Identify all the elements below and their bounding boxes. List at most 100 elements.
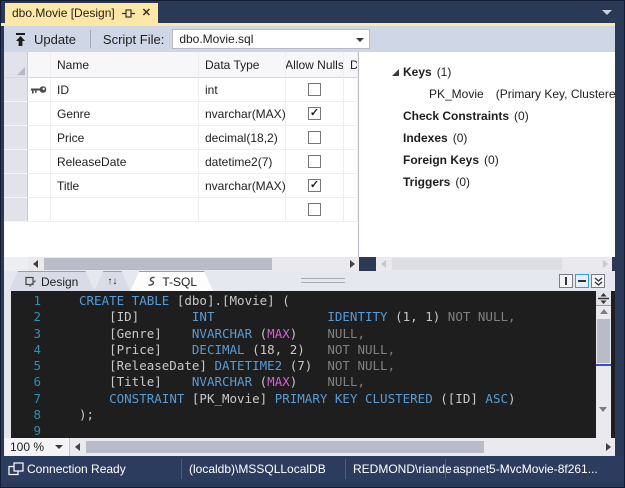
pin-icon[interactable] [122, 9, 135, 18]
update-button[interactable]: Update [4, 28, 86, 50]
grid-header-default[interactable]: D [344, 52, 358, 78]
grid-header-data-type[interactable]: Data Type [199, 52, 286, 78]
default-cell[interactable] [344, 198, 358, 222]
allow-nulls-cell: ✓ [286, 174, 344, 198]
row-header[interactable] [4, 102, 28, 126]
row-header[interactable] [4, 198, 28, 222]
tree-item[interactable]: Indexes(0) [360, 127, 615, 149]
scroll-left-icon[interactable] [70, 440, 84, 454]
name-cell[interactable]: Title [51, 174, 199, 198]
line-number: 7 [4, 391, 41, 407]
grid-row[interactable]: Titlenvarchar(MAX) ✓ [4, 174, 358, 198]
tree-item[interactable]: Check Constraints(0) [360, 105, 615, 127]
scroll-right-icon[interactable] [345, 257, 359, 271]
data-type-cell[interactable]: datetime2(7) [199, 150, 286, 174]
code-line[interactable]: 5 [ReleaseDate] DATETIME2 (7) NOT NULL, [4, 358, 589, 374]
scroll-thumb[interactable] [86, 441, 484, 453]
tsql-editor[interactable]: 1CREATE TABLE [dbo].[Movie] (2 [ID] INT … [4, 291, 615, 438]
grid-row[interactable] [4, 198, 358, 222]
swap-panes-button[interactable]: ↑↓ [94, 271, 130, 291]
code-line[interactable]: 2 [ID] INT IDENTITY (1, 1) NOT NULL, [4, 309, 589, 325]
scroll-up-icon[interactable] [600, 309, 608, 314]
scroll-thumb[interactable] [392, 258, 562, 270]
editor-zoom-select[interactable]: 100 % [4, 438, 70, 456]
default-cell[interactable] [344, 150, 358, 174]
vertical-split-button[interactable] [559, 274, 573, 288]
code-line[interactable]: 8); [4, 407, 589, 423]
name-cell[interactable]: Genre [51, 102, 199, 126]
name-cell[interactable]: ReleaseDate [51, 150, 199, 174]
data-type-cell[interactable] [199, 198, 286, 222]
row-header[interactable] [4, 150, 28, 174]
horizontal-split-button[interactable] [575, 274, 589, 288]
row-header[interactable] [4, 126, 28, 150]
allow-nulls-checkbox[interactable] [308, 131, 321, 144]
default-cell[interactable] [344, 126, 358, 150]
select-all-icon [17, 67, 25, 75]
pane-splitter-grip[interactable] [301, 278, 345, 286]
data-type-cell[interactable]: decimal(18,2) [199, 126, 286, 150]
tab-overflow-dropdown-icon[interactable] [602, 10, 612, 15]
tsql-tab-icon [146, 276, 157, 287]
collapse-pane-button[interactable] [591, 274, 605, 288]
scroll-thumb[interactable] [44, 258, 272, 270]
tree-item[interactable]: Triggers(0) [360, 171, 615, 193]
grid-header-name[interactable]: Name [51, 52, 199, 78]
data-type-cell[interactable]: nvarchar(MAX) [199, 102, 286, 126]
code-line[interactable]: 1CREATE TABLE [dbo].[Movie] ( [4, 293, 589, 309]
name-cell[interactable]: Price [51, 126, 199, 150]
context-panel: Keys(1)PK_Movie(Primary Key, Clustered: … [360, 52, 615, 257]
code-line[interactable]: 9 [4, 423, 589, 438]
scroll-left-icon[interactable] [28, 257, 42, 271]
editor-bottom-bar: 100 % [4, 438, 615, 456]
scroll-left-icon[interactable] [376, 257, 390, 271]
data-type-cell[interactable]: nvarchar(MAX) [199, 174, 286, 198]
grid-header-allow-nulls[interactable]: Allow Nulls [286, 52, 344, 78]
line-number: 6 [4, 374, 41, 390]
allow-nulls-checkbox[interactable] [308, 155, 321, 168]
code-line[interactable]: 6 [Title] NVARCHAR (MAX) NULL, [4, 374, 589, 390]
editor-split-handle[interactable] [596, 291, 611, 306]
allow-nulls-checkbox[interactable]: ✓ [308, 179, 321, 192]
row-header[interactable] [4, 78, 28, 102]
status-item: REDMOND\riande [353, 462, 452, 476]
scroll-right-icon[interactable] [601, 440, 615, 454]
close-icon[interactable]: ✕ [142, 8, 151, 19]
grid-row[interactable]: Genrenvarchar(MAX) ✓ [4, 102, 358, 126]
status-separator [181, 459, 182, 479]
name-cell[interactable] [51, 198, 199, 222]
panel-horizontal-scrollbar[interactable] [376, 257, 612, 271]
allow-nulls-checkbox[interactable]: ✓ [308, 107, 321, 120]
allow-nulls-checkbox[interactable] [308, 203, 321, 216]
default-cell[interactable] [344, 78, 358, 102]
tree-child-item[interactable]: PK_Movie(Primary Key, Clustered: I [360, 83, 615, 105]
document-tab[interactable]: dbo.Movie [Design] ✕ [5, 3, 158, 23]
expander-expanded-icon[interactable] [391, 68, 400, 77]
allow-nulls-checkbox[interactable] [308, 83, 321, 96]
name-cell[interactable]: ID [51, 78, 199, 102]
grid-row[interactable]: Pricedecimal(18,2) [4, 126, 358, 150]
data-type-cell[interactable]: int [199, 78, 286, 102]
default-cell[interactable] [344, 174, 358, 198]
tree-item[interactable]: Keys(1) [360, 61, 615, 83]
key-cell [28, 102, 51, 126]
grid-row[interactable]: IDint [4, 78, 358, 102]
grid-row[interactable]: ReleaseDatedatetime2(7) [4, 150, 358, 174]
default-cell[interactable] [344, 102, 358, 126]
code-line[interactable]: 7 CONSTRAINT [PK_Movie] PRIMARY KEY CLUS… [4, 391, 589, 407]
scroll-thumb[interactable] [597, 319, 610, 363]
editor-vertical-scrollbar[interactable] [596, 291, 611, 438]
tree-item[interactable]: Foreign Keys(0) [360, 149, 615, 171]
code-line[interactable]: 4 [Price] DECIMAL (18, 2) NOT NULL, [4, 342, 589, 358]
code-line[interactable]: 3 [Genre] NVARCHAR (MAX) NULL, [4, 326, 589, 342]
select-all-corner[interactable] [4, 52, 28, 78]
row-header[interactable] [4, 174, 28, 198]
script-file-combobox[interactable]: dbo.Movie.sql [172, 29, 370, 49]
line-number: 9 [4, 423, 41, 438]
grid-horizontal-scrollbar[interactable] [4, 257, 359, 271]
status-separator [445, 459, 446, 479]
scroll-right-icon[interactable] [598, 257, 612, 271]
tab-design[interactable]: Design [9, 271, 94, 291]
tab-tsql[interactable]: T-SQL [130, 271, 213, 291]
scroll-down-icon[interactable] [599, 407, 607, 412]
